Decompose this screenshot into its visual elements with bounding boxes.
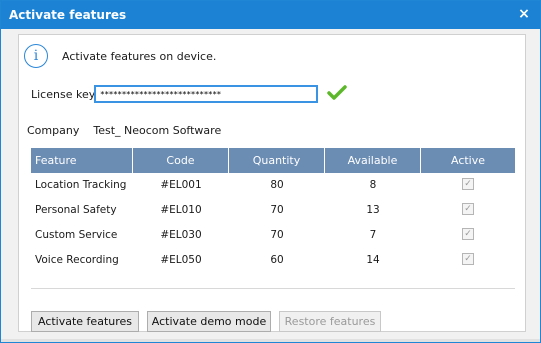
close-icon[interactable]: × bbox=[514, 4, 534, 24]
company-value: Test_ Neocom Software bbox=[93, 124, 222, 137]
info-icon: i bbox=[24, 44, 48, 68]
activate-features-dialog: Activate features × i Activate features … bbox=[0, 0, 541, 343]
company-row: Company Test_ Neocom Software bbox=[27, 124, 221, 137]
quantity-cell: 70 bbox=[270, 229, 284, 241]
table-row[interactable]: Voice Recording #EL050 60 14 ✓ bbox=[31, 248, 515, 273]
active-cell: ✓ bbox=[421, 223, 515, 248]
checkmark-icon bbox=[327, 85, 347, 100]
available-cell: 8 bbox=[369, 179, 377, 191]
title-bar[interactable]: Activate features × bbox=[1, 1, 540, 29]
table-row[interactable]: Custom Service #EL030 70 7 ✓ bbox=[31, 223, 515, 248]
available-cell: 13 bbox=[366, 204, 380, 216]
window-footer bbox=[1, 339, 540, 342]
activate-features-button[interactable]: Activate features bbox=[31, 311, 139, 332]
active-checkbox[interactable]: ✓ bbox=[462, 178, 474, 190]
column-header-available[interactable]: Available bbox=[325, 148, 421, 173]
license-key-input[interactable]: **************************** bbox=[94, 85, 318, 103]
info-message: Activate features on device. bbox=[62, 50, 217, 63]
active-cell: ✓ bbox=[421, 173, 515, 198]
available-cell: 7 bbox=[369, 229, 377, 241]
active-checkbox[interactable]: ✓ bbox=[462, 253, 474, 265]
active-cell: ✓ bbox=[421, 248, 515, 273]
license-key-label: License key bbox=[31, 88, 96, 101]
code-cell: #EL001 bbox=[160, 179, 202, 191]
code-cell: #EL010 bbox=[160, 204, 202, 216]
quantity-cell: 80 bbox=[270, 179, 284, 191]
feature-cell: Voice Recording bbox=[35, 254, 119, 266]
table-header: Feature Code Quantity Available Active bbox=[31, 148, 515, 173]
feature-cell: Personal Safety bbox=[35, 204, 117, 216]
code-cell: #EL050 bbox=[160, 254, 202, 266]
column-header-quantity[interactable]: Quantity bbox=[229, 148, 325, 173]
available-cell: 14 bbox=[366, 254, 380, 266]
active-checkbox[interactable]: ✓ bbox=[462, 203, 474, 215]
quantity-cell: 70 bbox=[270, 204, 284, 216]
column-header-active[interactable]: Active bbox=[421, 148, 515, 173]
column-header-code[interactable]: Code bbox=[133, 148, 229, 173]
table-row[interactable]: Personal Safety #EL010 70 13 ✓ bbox=[31, 198, 515, 223]
feature-cell: Location Tracking bbox=[35, 179, 127, 191]
code-cell: #EL030 bbox=[160, 229, 202, 241]
active-cell: ✓ bbox=[421, 198, 515, 223]
quantity-cell: 60 bbox=[270, 254, 284, 266]
divider bbox=[31, 288, 515, 289]
column-header-feature[interactable]: Feature bbox=[31, 148, 133, 173]
company-label: Company bbox=[27, 124, 80, 137]
feature-cell: Custom Service bbox=[35, 229, 118, 241]
activate-demo-mode-button[interactable]: Activate demo mode bbox=[147, 311, 271, 332]
active-checkbox[interactable]: ✓ bbox=[462, 228, 474, 240]
restore-features-button[interactable]: Restore features bbox=[279, 311, 381, 332]
table-row[interactable]: Location Tracking #EL001 80 8 ✓ bbox=[31, 173, 515, 198]
features-table: Feature Code Quantity Available Active L… bbox=[31, 148, 515, 273]
dialog-body: i Activate features on device. License k… bbox=[18, 34, 526, 332]
dialog-title: Activate features bbox=[9, 8, 127, 22]
